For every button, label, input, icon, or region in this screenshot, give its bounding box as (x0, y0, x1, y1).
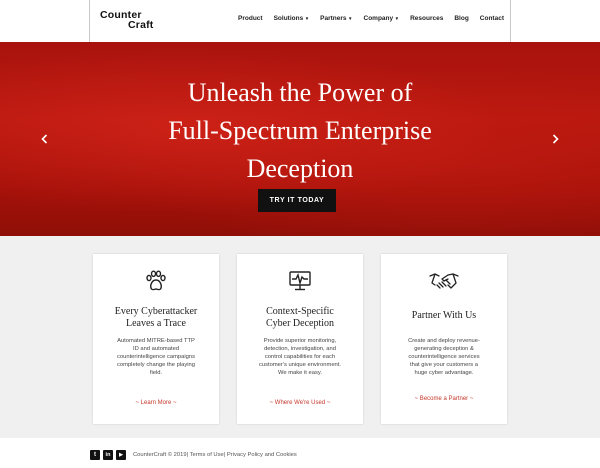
card-title: Every Cyberattacker Leaves a Trace (99, 306, 213, 330)
youtube-icon[interactable]: ▶ (116, 450, 126, 460)
terms-of-use-link[interactable]: Terms of Use (188, 452, 224, 458)
desc-line: counterintelligence services (408, 354, 480, 361)
monitor-pulse-icon (288, 270, 312, 292)
caret-down-icon: ▼ (348, 16, 353, 21)
chevron-right-icon[interactable] (552, 134, 559, 147)
nav-resources[interactable]: Resources (410, 15, 443, 22)
privacy-policy-link[interactable]: Privacy Policy and Cookies (225, 452, 297, 458)
card-title-line: Context-Specific (266, 306, 334, 317)
nav-contact[interactable]: Contact (480, 15, 504, 22)
become-a-partner-link[interactable]: ~ Become a Partner ~ (381, 396, 507, 402)
chevron-left-icon[interactable] (41, 134, 48, 147)
desc-line: We make it easy. (278, 370, 322, 377)
desc-line: Automated MITRE-based TTP (117, 338, 195, 344)
feature-card: Every Cyberattacker Leaves a Trace Autom… (93, 254, 219, 424)
where-were-used-link[interactable]: ~ Where We're Used ~ (237, 400, 363, 406)
header-divider-right (510, 0, 511, 42)
caret-down-icon: ▼ (394, 16, 400, 21)
caret-down-icon: ▼ (304, 16, 310, 21)
desc-line: detection, investigation, and (264, 346, 336, 353)
site-header: Counter Craft Product Solutions ▼ Partner… (0, 0, 600, 42)
feature-card: Context-Specific Cyber Deception Provide… (237, 254, 363, 424)
card-description: Provide superior monitoring, detection, … (251, 337, 349, 377)
hero-banner: Unleash the Power of Full-Spectrum Enter… (0, 42, 600, 236)
nav-label: Partners (320, 15, 347, 22)
hero-title-line: Unleash the Power of (187, 78, 413, 107)
nav-partners[interactable]: Partners ▼ (320, 15, 352, 22)
card-title: Context-Specific Cyber Deception (243, 306, 357, 330)
desc-line: Create and deploy revenue- (408, 338, 480, 344)
nav-product[interactable]: Product (238, 15, 263, 22)
desc-line: customer's unique environment. (259, 362, 341, 369)
desc-line: Provide superior monitoring, (263, 338, 337, 344)
header-divider-left (89, 0, 90, 42)
desc-line: counterintelligence campaigns (117, 354, 195, 361)
desc-line: completely change the playing (117, 362, 195, 369)
learn-more-link[interactable]: ~ Learn More ~ (93, 400, 219, 406)
desc-line: field. (149, 370, 163, 377)
desc-line: huge cyber advantage. (414, 370, 474, 377)
hero-title: Unleash the Power of Full-Spectrum Enter… (0, 74, 600, 188)
paw-icon (144, 270, 168, 292)
card-description: Automated MITRE-based TTP ID and automat… (107, 337, 205, 377)
card-description: Create and deploy revenue- generating de… (391, 337, 497, 377)
nav-label: Product (238, 15, 263, 22)
site-footer: t in ▶ CounterCraft © 2019| Terms of Use… (0, 438, 600, 468)
card-title-line: Every Cyberattacker (114, 306, 198, 317)
nav-label: Company (363, 15, 394, 22)
nav-solutions[interactable]: Solutions ▼ (274, 15, 310, 22)
desc-line: generating deception & (414, 346, 474, 353)
card-title-line: Partner With Us (411, 310, 477, 321)
nav-company[interactable]: Company ▼ (364, 15, 400, 22)
nav-label: Blog (454, 15, 469, 22)
handshake-icon (429, 270, 459, 292)
twitter-icon[interactable]: t (90, 450, 100, 460)
card-title-line: Cyber Deception (265, 318, 335, 329)
nav-label: Resources (410, 15, 444, 22)
feature-section: Every Cyberattacker Leaves a Trace Autom… (0, 236, 600, 438)
desc-line: that give your customers a (410, 362, 478, 369)
feature-card: Partner With Us Create and deploy revenu… (381, 254, 507, 424)
try-it-today-button[interactable]: TRY IT TODAY (258, 189, 336, 212)
desc-line: ID and automated (132, 346, 180, 353)
hero-title-line: Full-Spectrum Enterprise (168, 116, 432, 145)
card-title: Partner With Us (387, 310, 501, 322)
linkedin-icon[interactable]: in (103, 450, 113, 460)
nav-blog[interactable]: Blog (454, 15, 468, 22)
nav-label: Contact (479, 15, 504, 22)
copyright-text: CounterCraft © 2019| (133, 452, 189, 458)
desc-line: control capabilities for each (264, 354, 336, 361)
main-nav: Product Solutions ▼ Partners ▼ Company ▼ Re… (227, 15, 504, 22)
footer-copyright: CounterCraft © 2019| Terms of Use| Priva… (133, 452, 297, 458)
card-title-line: Leaves a Trace (126, 318, 186, 329)
nav-label: Solutions (273, 15, 304, 22)
hero-title-line: Deception (246, 154, 354, 183)
logo[interactable]: Counter Craft (100, 10, 170, 34)
logo-line-2: Craft (128, 19, 154, 31)
